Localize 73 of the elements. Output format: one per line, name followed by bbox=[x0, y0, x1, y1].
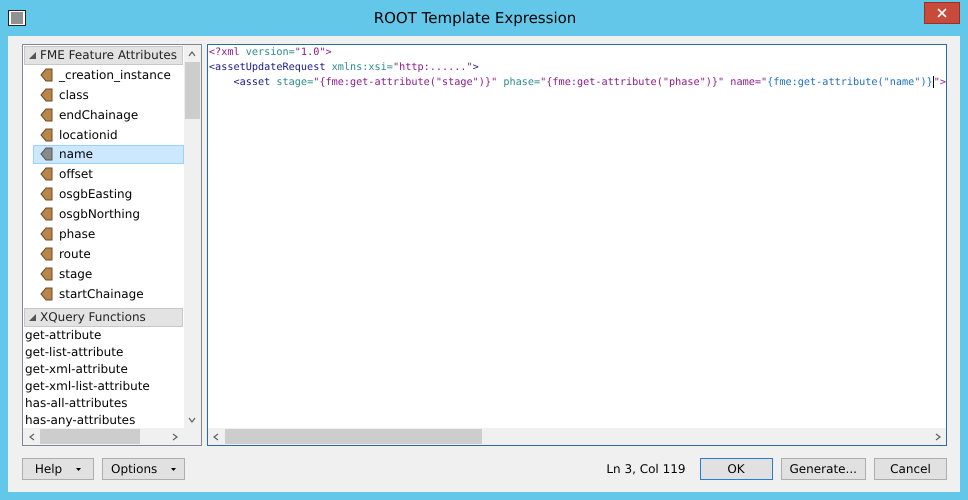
code-editor[interactable]: <?xml version="1.0"> <assetUpdateRequest xmlns:xsi="http:......"> <asset stage="{fme:get-attribute("stage")}" phase="{fme:get-attribute("phase")}" name="{fme:get-attribute("name")}"> bbox=[206, 44, 947, 446]
scrollbar-thumb[interactable] bbox=[40, 429, 140, 444]
attribute-item[interactable]: osgbNorthing bbox=[33, 204, 184, 224]
attribute-name: _creation_instance bbox=[59, 68, 171, 82]
collapse-triangle-icon[interactable] bbox=[29, 52, 36, 59]
pentagon-arrow-icon bbox=[40, 128, 53, 142]
attribute-name: osgbNorthing bbox=[59, 207, 140, 222]
window-title: ROOT Template Expression bbox=[372, 9, 578, 27]
cursor-position: Ln 3, Col 119 bbox=[606, 462, 686, 476]
attribute-item[interactable]: route bbox=[33, 244, 184, 264]
attribute-item[interactable]: _creation_instance bbox=[33, 64, 184, 85]
attribute-name: phase bbox=[59, 227, 96, 242]
pentagon-arrow-icon bbox=[40, 147, 53, 162]
pentagon-arrow-icon bbox=[40, 108, 53, 122]
attribute-item[interactable]: locationid bbox=[33, 124, 184, 145]
scroll-right-icon[interactable] bbox=[934, 432, 942, 440]
function-item[interactable]: get-xml-attribute bbox=[23, 360, 184, 378]
caret-icon bbox=[76, 468, 82, 470]
dialog-button[interactable]: Generate... bbox=[780, 458, 866, 480]
attribute-name: name bbox=[59, 147, 94, 162]
function-item[interactable]: get-list-attribute bbox=[23, 344, 184, 360]
section-header[interactable]: FME Feature Attributes bbox=[24, 46, 183, 65]
function-item[interactable]: get-attribute bbox=[23, 326, 184, 344]
section-title: FME Feature Attributes bbox=[40, 48, 178, 62]
attribute-item[interactable]: endChainage bbox=[33, 104, 184, 125]
dialog-button[interactable]: OK bbox=[700, 458, 772, 480]
attribute-item[interactable]: startChainage bbox=[33, 284, 184, 304]
close-icon bbox=[937, 8, 947, 18]
dialog-button[interactable]: Cancel bbox=[874, 458, 947, 480]
pentagon-arrow-icon bbox=[40, 247, 53, 262]
function-item[interactable]: has-all-attributes bbox=[23, 394, 184, 412]
attribute-name: stage bbox=[59, 266, 92, 281]
pentagon-arrow-icon bbox=[40, 207, 53, 222]
caret-icon bbox=[171, 468, 176, 470]
close-button[interactable] bbox=[924, 2, 960, 24]
menu-button[interactable]: Options bbox=[102, 458, 186, 480]
function-item[interactable]: has-any-attributes bbox=[23, 411, 184, 428]
pentagon-arrow-icon bbox=[40, 187, 53, 202]
pentagon-arrow-icon bbox=[40, 227, 53, 242]
attribute-name: route bbox=[59, 247, 91, 262]
section-header[interactable]: XQuery Functions bbox=[24, 308, 183, 327]
section-title: XQuery Functions bbox=[40, 310, 146, 324]
scrollbar-thumb[interactable] bbox=[184, 62, 200, 119]
window-menu-icon[interactable] bbox=[8, 10, 26, 26]
scroll-up-icon[interactable] bbox=[188, 50, 196, 58]
scroll-left-icon[interactable] bbox=[212, 432, 220, 440]
attribute-name: offset bbox=[59, 167, 93, 182]
menu-button[interactable]: Help bbox=[22, 458, 94, 480]
attribute-name: osgbEasting bbox=[59, 187, 132, 202]
scrollbar-thumb[interactable] bbox=[224, 429, 482, 444]
code-line: <?xml version="1.0"> bbox=[208, 46, 333, 60]
pentagon-arrow-icon bbox=[40, 68, 53, 82]
collapse-triangle-icon[interactable] bbox=[29, 314, 36, 321]
attribute-item[interactable]: osgbEasting bbox=[33, 184, 184, 204]
attribute-item[interactable]: phase bbox=[33, 224, 184, 244]
attribute-name: startChainage bbox=[59, 286, 144, 301]
attribute-name: endChainage bbox=[59, 108, 138, 122]
pentagon-arrow-icon bbox=[40, 88, 53, 102]
attribute-name: locationid bbox=[59, 128, 118, 142]
scroll-left-icon[interactable] bbox=[28, 432, 36, 440]
pentagon-arrow-icon bbox=[40, 167, 53, 182]
attribute-item[interactable]: name bbox=[33, 144, 184, 164]
attribute-item[interactable]: class bbox=[33, 84, 184, 105]
scroll-down-icon[interactable] bbox=[188, 416, 196, 424]
attribute-item[interactable]: offset bbox=[33, 164, 184, 184]
attribute-item[interactable]: stage bbox=[33, 264, 184, 284]
code-line: <asset stage="{fme:get-attribute("stage")}" phase="{fme:get-attribute("phase")}" name="{fme:get-attribute("name")}"> bbox=[232, 75, 946, 90]
function-item[interactable]: get-xml-list-attribute bbox=[23, 377, 184, 394]
pentagon-arrow-icon bbox=[40, 286, 53, 301]
code-line: <assetUpdateRequest xmlns:xsi="http:......"> bbox=[208, 61, 480, 75]
scroll-right-icon[interactable] bbox=[171, 432, 180, 440]
pentagon-arrow-icon bbox=[40, 266, 53, 281]
attribute-name: class bbox=[59, 88, 89, 102]
